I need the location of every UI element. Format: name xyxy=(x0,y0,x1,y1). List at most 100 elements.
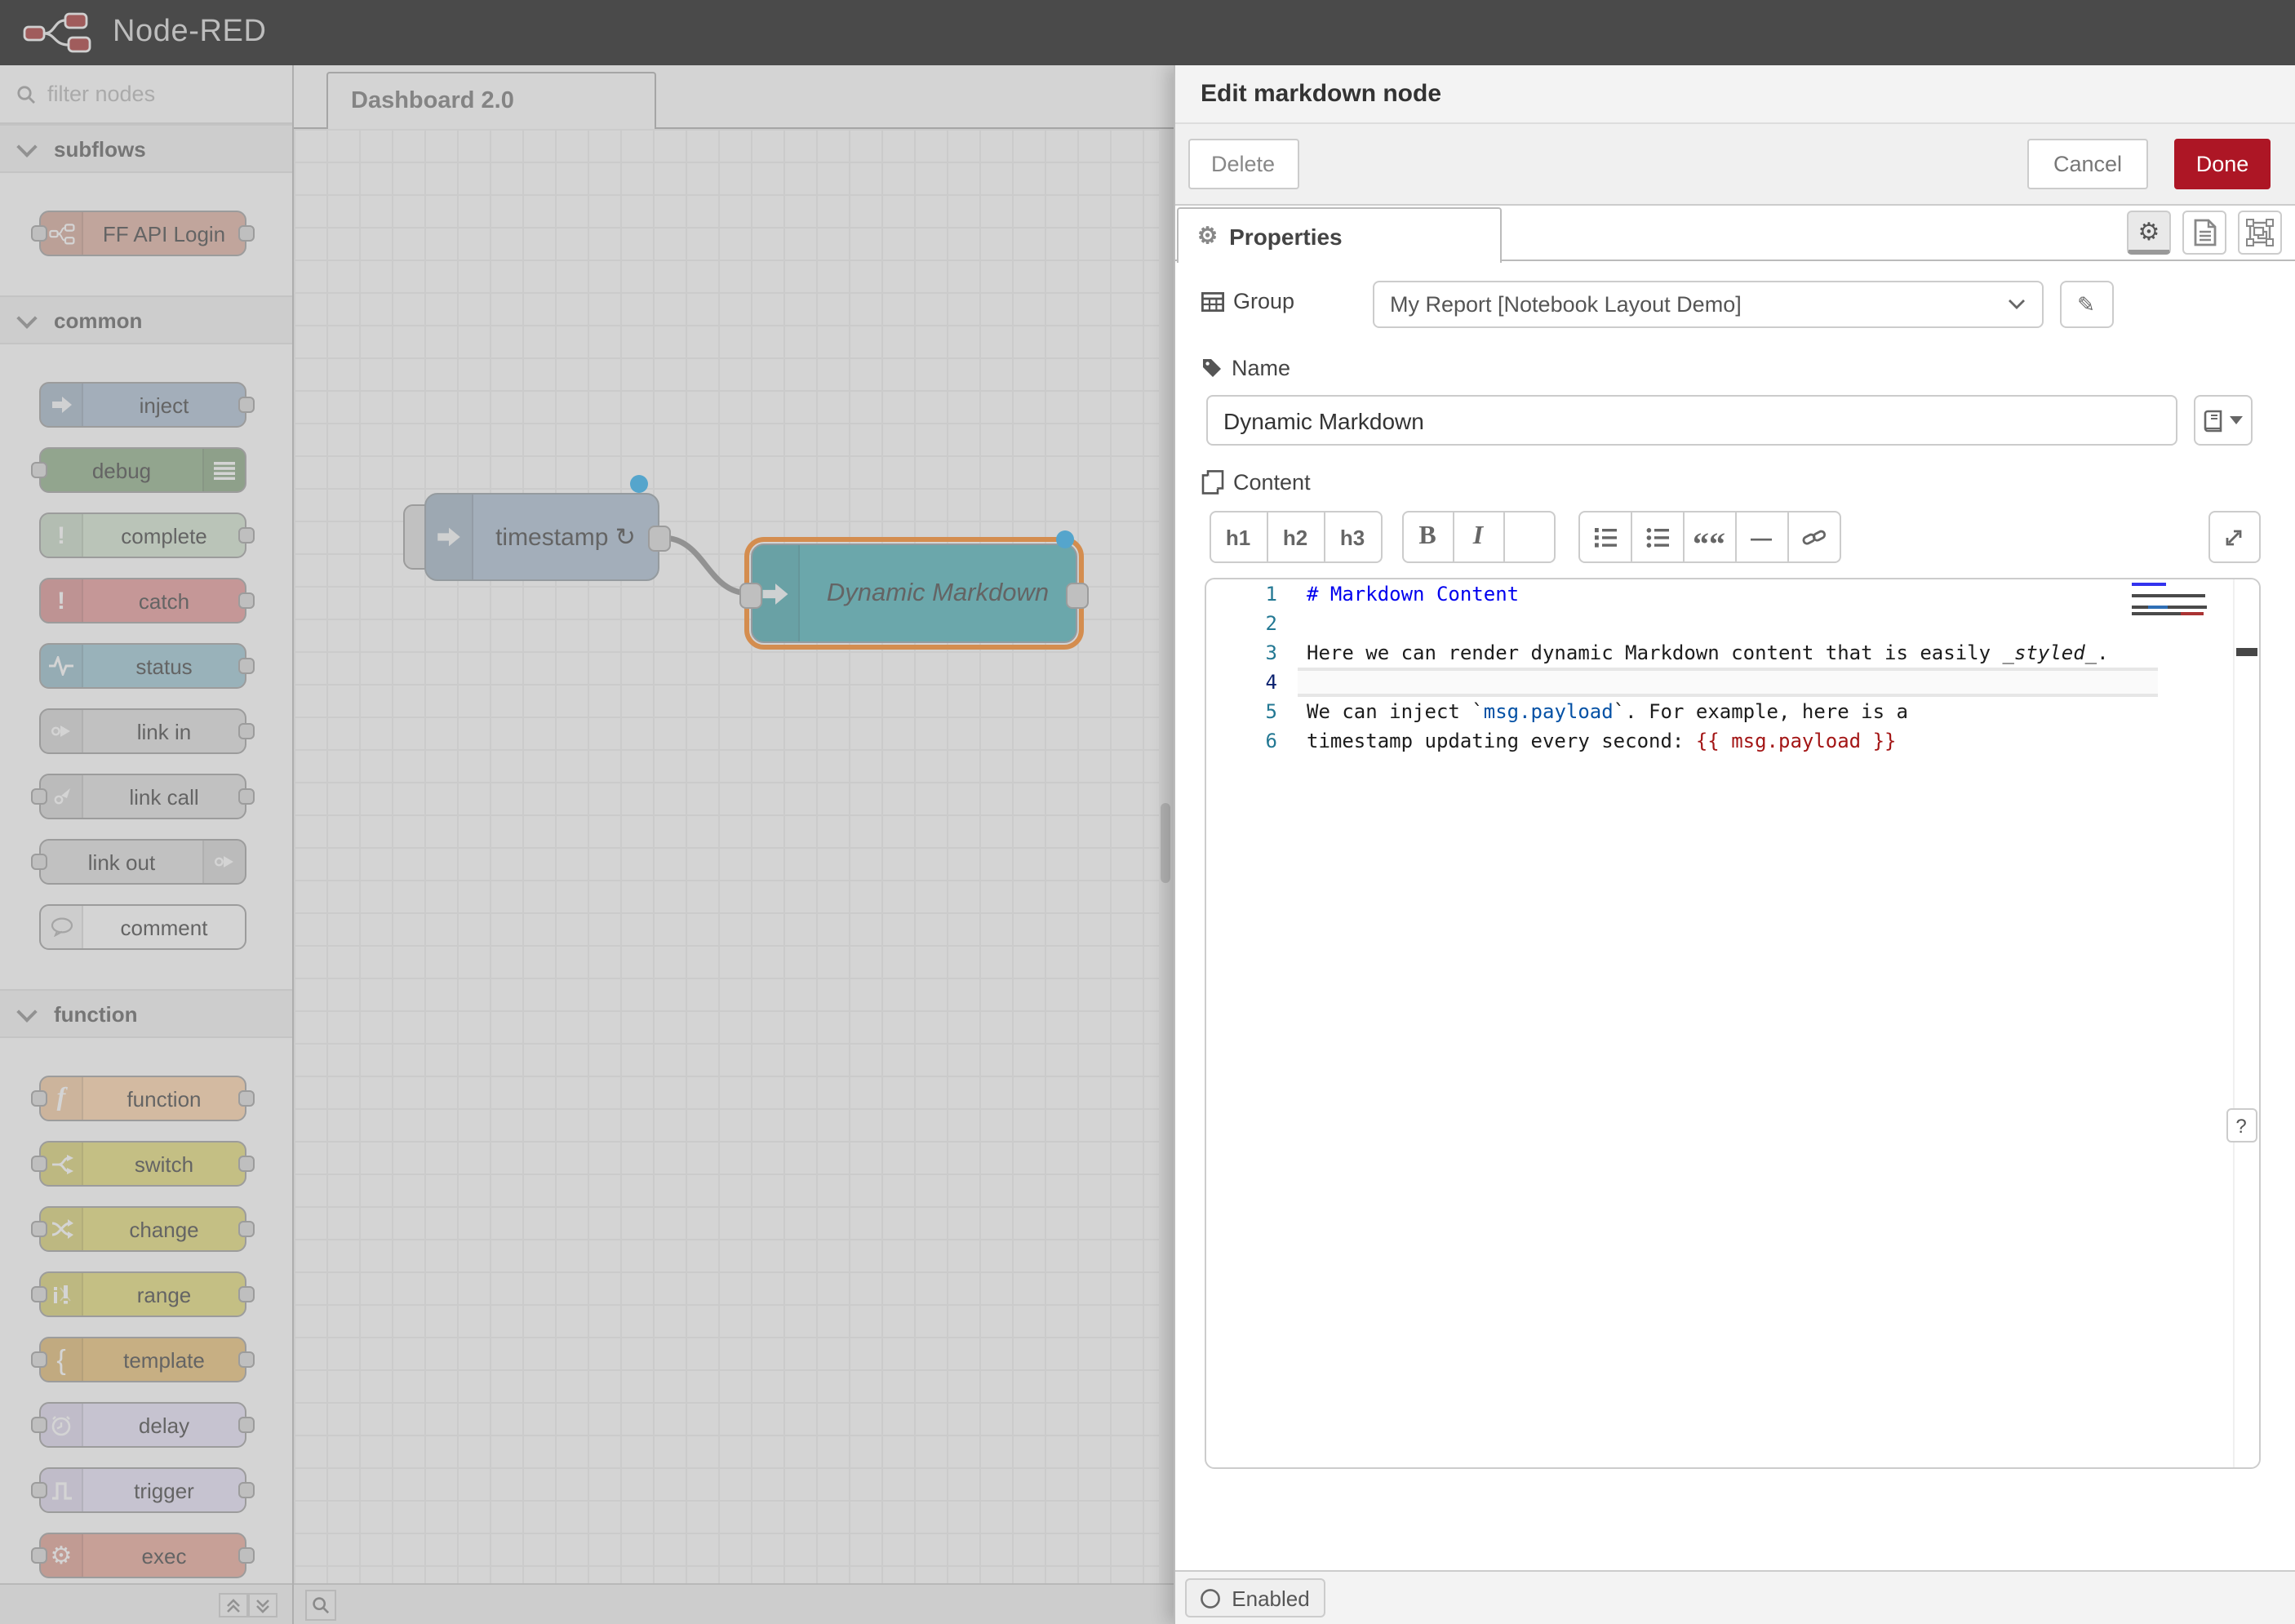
appearance-icon xyxy=(2246,219,2274,246)
input-port xyxy=(31,854,47,870)
italic-button[interactable]: I xyxy=(1452,511,1504,563)
palette-collapse-all-button[interactable] xyxy=(219,1593,248,1617)
workspace-tabbar: Dashboard 2.0 xyxy=(294,65,1173,128)
node-dynamic-markdown[interactable]: Dynamic Markdown xyxy=(751,544,1077,643)
markdown-code-editor[interactable]: 1# Markdown Content23Here we can render … xyxy=(1204,578,2260,1469)
palette-node-link-call[interactable]: link call xyxy=(39,774,246,819)
palette-node-label: link out xyxy=(41,841,202,883)
palette-node-complete[interactable]: !complete xyxy=(39,512,246,558)
input-port xyxy=(31,1090,47,1107)
palette-filter[interactable] xyxy=(0,65,292,124)
editor-line-1[interactable]: 1# Markdown Content xyxy=(1205,579,2258,609)
expand-editor-button[interactable] xyxy=(2208,511,2260,563)
palette-node-function[interactable]: ffunction xyxy=(39,1076,246,1121)
input-port[interactable] xyxy=(739,582,762,608)
input-port xyxy=(31,1482,47,1498)
cursor-position-marker xyxy=(2235,648,2257,656)
palette-node-range[interactable]: range xyxy=(39,1271,246,1317)
palette-category-subflows[interactable]: subflows xyxy=(0,124,292,173)
palette-node-exec[interactable]: ⚙exec xyxy=(39,1533,246,1578)
done-button[interactable]: Done xyxy=(2174,139,2271,189)
cancel-button[interactable]: Cancel xyxy=(2027,139,2148,189)
name-input[interactable] xyxy=(1205,395,2177,446)
output-port[interactable] xyxy=(1066,582,1089,608)
editor-line-3[interactable]: 3Here we can render dynamic Markdown con… xyxy=(1205,638,2258,668)
palette-node-ff-api-login[interactable]: FF API Login xyxy=(39,211,246,256)
palette-node-catch[interactable]: !catch xyxy=(39,578,246,623)
editor-line-6[interactable]: 6timestamp updating every second: {{ msg… xyxy=(1205,726,2258,756)
palette-category-label: common xyxy=(54,308,142,332)
h3-button[interactable]: h3 xyxy=(1323,511,1382,563)
link-icon xyxy=(202,841,245,883)
properties-form: Group My Report [Notebook Layout Demo] ✎… xyxy=(1174,261,2295,1570)
minimap[interactable] xyxy=(2131,583,2206,713)
tray-title: Edit markdown node xyxy=(1174,65,2295,124)
canvas-search-button[interactable] xyxy=(305,1590,336,1621)
editor-help-button[interactable]: ? xyxy=(2226,1108,2257,1143)
palette-node-change[interactable]: change xyxy=(39,1206,246,1252)
output-port xyxy=(238,397,255,413)
name-type-button[interactable] xyxy=(2193,395,2252,446)
input-port xyxy=(31,462,47,478)
input-port xyxy=(31,1221,47,1237)
palette-node-template[interactable]: {template xyxy=(39,1337,246,1382)
editor-line-2[interactable]: 2 xyxy=(1205,609,2258,638)
wire[interactable] xyxy=(294,128,1173,1583)
palette-node-debug[interactable]: debug xyxy=(39,447,246,493)
ordered-list-button[interactable] xyxy=(1578,511,1631,563)
output-port xyxy=(238,225,255,242)
node-appearance-button[interactable] xyxy=(2238,211,2282,255)
node-description-button[interactable] xyxy=(2182,211,2226,255)
editor-line-4[interactable]: 4 xyxy=(1205,668,2258,697)
md-style-buttons: BI xyxy=(1401,511,1555,563)
expand-icon xyxy=(2223,526,2244,548)
palette-category-common[interactable]: common xyxy=(0,295,292,344)
node-red-logo-icon xyxy=(23,11,98,54)
flow-tab-dashboard-2-0[interactable]: Dashboard 2.0 xyxy=(326,72,656,128)
canvas-vertical-scrollbar[interactable] xyxy=(1158,128,1173,1583)
input-port xyxy=(31,788,47,805)
palette-node-switch[interactable]: switch xyxy=(39,1141,246,1187)
palette-node-status[interactable]: status xyxy=(39,643,246,689)
changed-indicator xyxy=(630,475,648,493)
enabled-toggle-button[interactable]: Enabled xyxy=(1184,1578,1325,1617)
palette-node-label: exec xyxy=(83,1534,245,1577)
edit-group-button[interactable]: ✎ xyxy=(2059,281,2113,328)
node-timestamp[interactable]: timestamp ↻ xyxy=(424,493,659,581)
group-field-label: Group xyxy=(1201,289,1294,313)
palette-expand-all-button[interactable] xyxy=(248,1593,277,1617)
palette-category-function[interactable]: function xyxy=(0,989,292,1038)
h1-button[interactable]: h1 xyxy=(1209,511,1267,563)
blockquote-button[interactable]: ““ xyxy=(1682,511,1736,563)
input-port xyxy=(31,1286,47,1302)
line-content: timestamp updating every second: {{ msg.… xyxy=(1307,726,1897,756)
palette-node-label: FF API Login xyxy=(83,212,245,255)
bold-button[interactable]: B xyxy=(1401,511,1454,563)
palette-node-delay[interactable]: delay xyxy=(39,1402,246,1448)
circle-icon xyxy=(1199,1587,1220,1608)
output-port xyxy=(238,658,255,674)
output-port xyxy=(238,1156,255,1172)
palette-node-trigger[interactable]: trigger xyxy=(39,1467,246,1513)
palette-node-link-out[interactable]: link out xyxy=(39,839,246,885)
node-settings-button[interactable]: ⚙ xyxy=(2127,211,2171,255)
group-select[interactable]: My Report [Notebook Layout Demo] xyxy=(1372,281,2043,328)
delete-button[interactable]: Delete xyxy=(1187,139,1298,189)
h2-button[interactable]: h2 xyxy=(1266,511,1325,563)
horizontal-rule-button[interactable]: — xyxy=(1734,511,1788,563)
editor-line-5[interactable]: 5We can inject `msg.payload`. For exampl… xyxy=(1205,697,2258,726)
tab-properties[interactable]: ⚙ Properties xyxy=(1176,207,1501,263)
palette-node-comment[interactable]: comment xyxy=(39,904,246,950)
palette-node-inject[interactable]: inject xyxy=(39,382,246,428)
palette-category-label: subflows xyxy=(54,136,146,161)
code-button[interactable] xyxy=(1503,511,1555,563)
changed-indicator xyxy=(1056,530,1074,548)
palette-filter-input[interactable] xyxy=(47,82,260,106)
scrollbar-thumb[interactable] xyxy=(1161,803,1170,883)
unordered-list-button[interactable] xyxy=(1630,511,1684,563)
link-button[interactable] xyxy=(1787,511,1840,563)
palette-node-link-in[interactable]: link in xyxy=(39,708,246,754)
flow-canvas[interactable]: timestamp ↻ Dynamic Markdown xyxy=(294,128,1173,1583)
output-port xyxy=(238,1286,255,1302)
output-port[interactable] xyxy=(648,526,671,552)
